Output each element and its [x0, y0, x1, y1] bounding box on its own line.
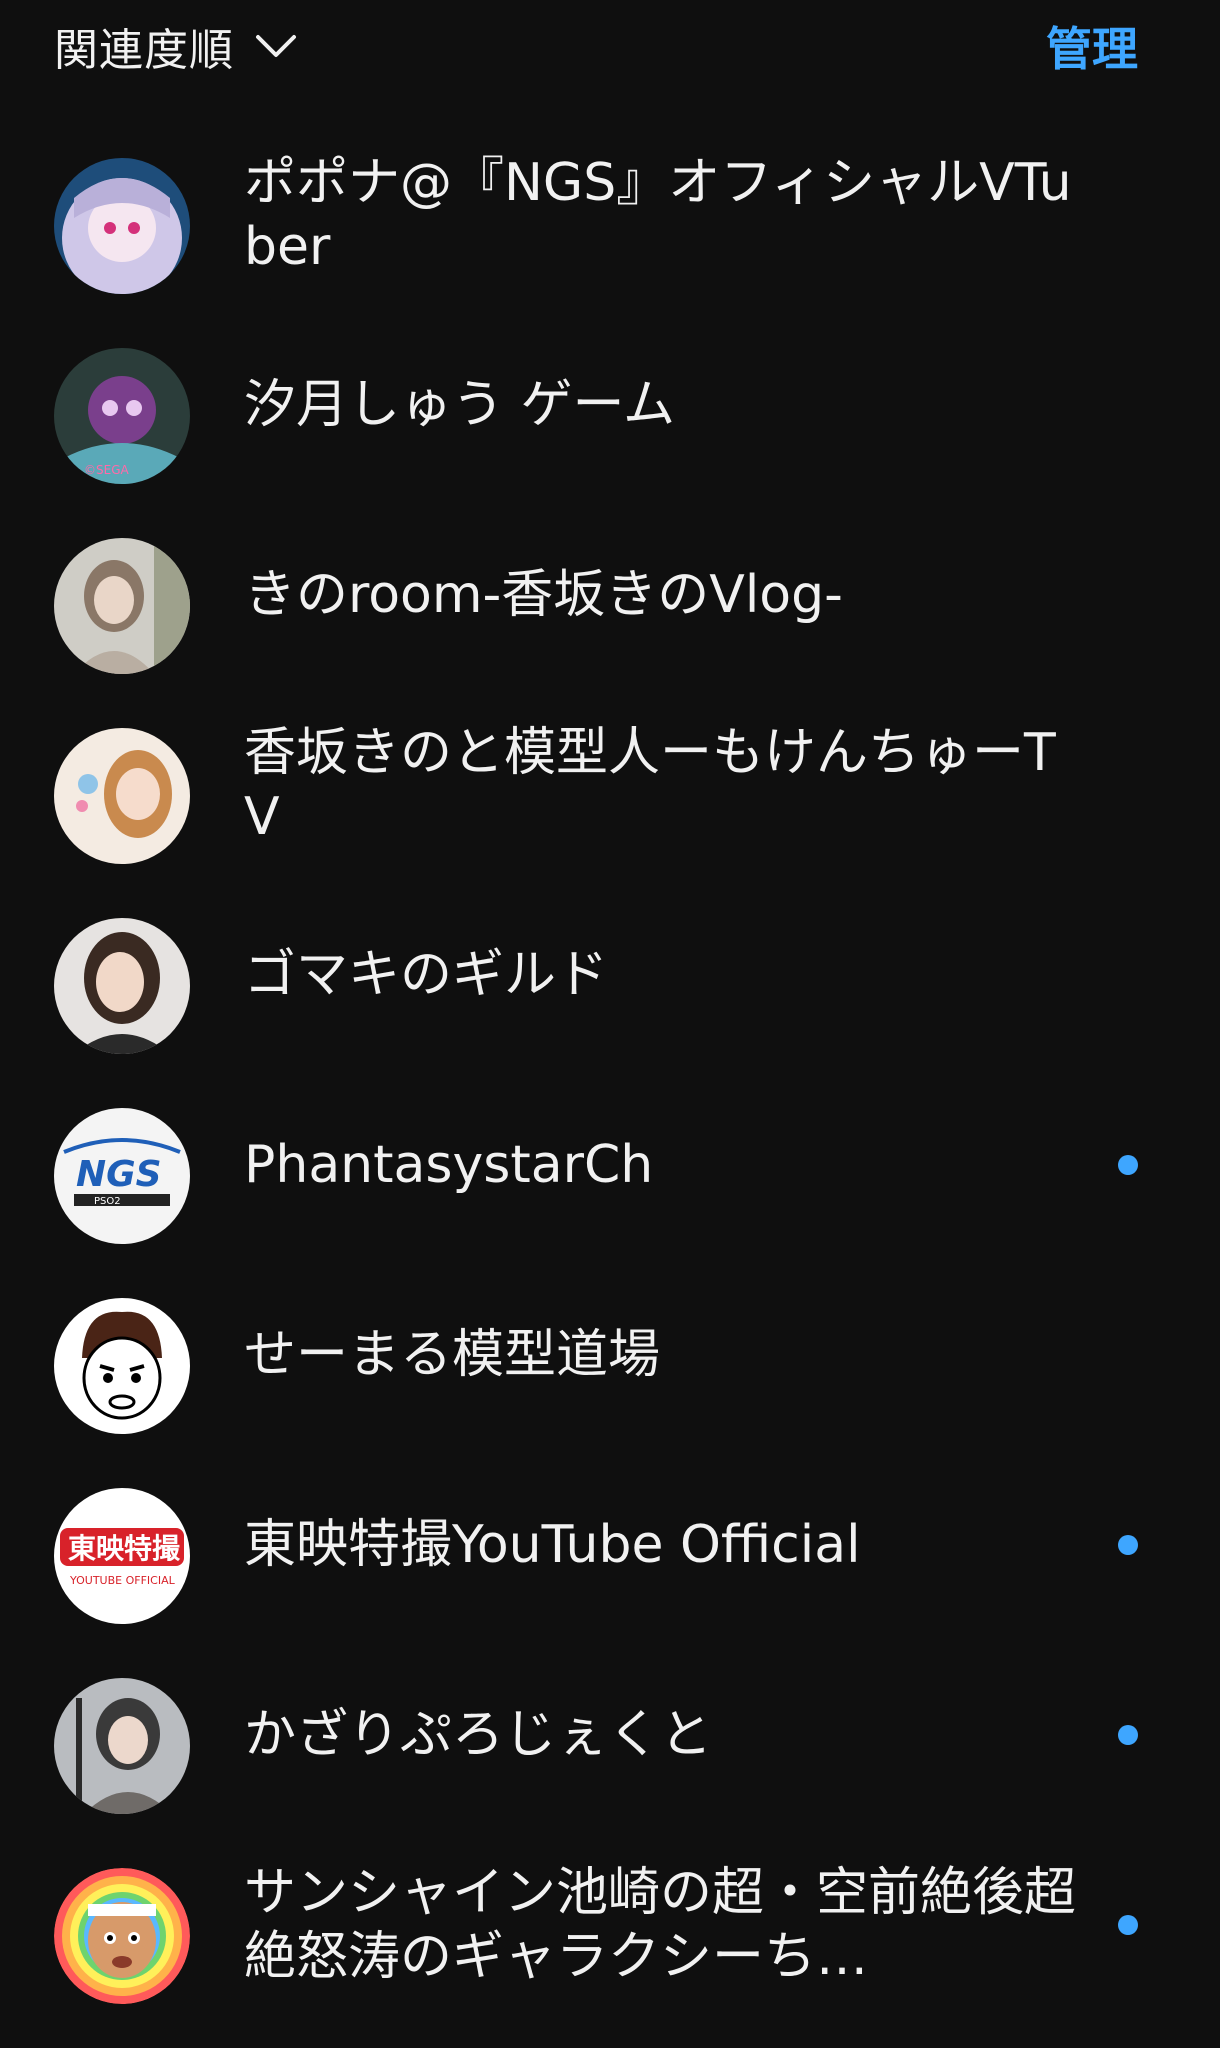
svg-text:東映特撮: 東映特撮 [68, 1532, 181, 1565]
channel-row[interactable]: 東映特撮 YOUTUBE OFFICIAL 東映特撮YouTube Offici… [0, 1450, 1220, 1640]
channel-row[interactable]: ポポナ@『NGS』オフィシャルVTuber [0, 120, 1220, 310]
channel-row[interactable]: NGS PSO2 PhantasystarCh [0, 1070, 1220, 1260]
new-content-indicator [1118, 1535, 1138, 1555]
channel-avatar [54, 158, 190, 294]
channel-row[interactable]: ゴマキのギルド [0, 880, 1220, 1070]
channel-avatar [54, 1678, 190, 1814]
channel-row[interactable]: 香坂きのと模型人ーもけんちゅーTV [0, 690, 1220, 880]
new-content-indicator [1118, 1725, 1138, 1745]
channel-name: せーまる模型道場 [244, 1325, 661, 1385]
channel-name: きのroom-香坂きのVlog- [244, 565, 843, 625]
new-content-indicator [1118, 1155, 1138, 1175]
channel-name: サンシャイン池崎の超・空前絶後超絶怒涛のギャラクシーち… [244, 1863, 1077, 1987]
channel-avatar [54, 1298, 190, 1434]
svg-text:PSO2: PSO2 [94, 1196, 121, 1207]
chevron-down-icon [256, 35, 296, 57]
channel-name: かざりぷろじぇくと [244, 1705, 713, 1765]
channel-name: 汐月しゅう ゲーム [244, 375, 675, 435]
channel-avatar: ©SEGA [54, 348, 190, 484]
channel-row[interactable]: サンシャイン池崎の超・空前絶後超絶怒涛のギャラクシーち… [0, 1830, 1220, 2020]
channel-avatar [54, 918, 190, 1054]
channel-avatar: NGS PSO2 [54, 1108, 190, 1244]
channel-name: 東映特撮YouTube Official [244, 1515, 861, 1575]
svg-text:©SEGA: ©SEGA [84, 463, 129, 477]
header: 関連度順 管理 [0, 0, 1220, 100]
channel-name: ポポナ@『NGS』オフィシャルVTuber [244, 153, 1072, 277]
channel-row[interactable]: きのroom-香坂きのVlog- [0, 500, 1220, 690]
channel-row[interactable]: せーまる模型道場 [0, 1260, 1220, 1450]
channel-avatar [54, 538, 190, 674]
channel-list: ポポナ@『NGS』オフィシャルVTuber ©SEGA 汐月しゅう ゲーム きの… [0, 120, 1220, 2020]
sort-dropdown[interactable]: 関連度順 [54, 14, 298, 78]
channel-avatar [54, 1868, 190, 2004]
channel-avatar [54, 728, 190, 864]
channel-avatar: 東映特撮 YOUTUBE OFFICIAL [54, 1488, 190, 1624]
channel-name: 香坂きのと模型人ーもけんちゅーTV [244, 723, 1056, 847]
channel-name: ゴマキのギルド [244, 945, 609, 1005]
channel-name: PhantasystarCh [244, 1135, 654, 1195]
new-content-indicator [1118, 1915, 1138, 1935]
svg-text:NGS: NGS [76, 1154, 162, 1195]
channel-row[interactable]: かざりぷろじぇくと [0, 1640, 1220, 1830]
channel-row[interactable]: ©SEGA 汐月しゅう ゲーム [0, 310, 1220, 500]
sort-label: 関連度順 [54, 25, 234, 76]
svg-text:YOUTUBE OFFICIAL: YOUTUBE OFFICIAL [69, 1574, 176, 1587]
manage-button[interactable]: 管理 [1046, 14, 1138, 78]
